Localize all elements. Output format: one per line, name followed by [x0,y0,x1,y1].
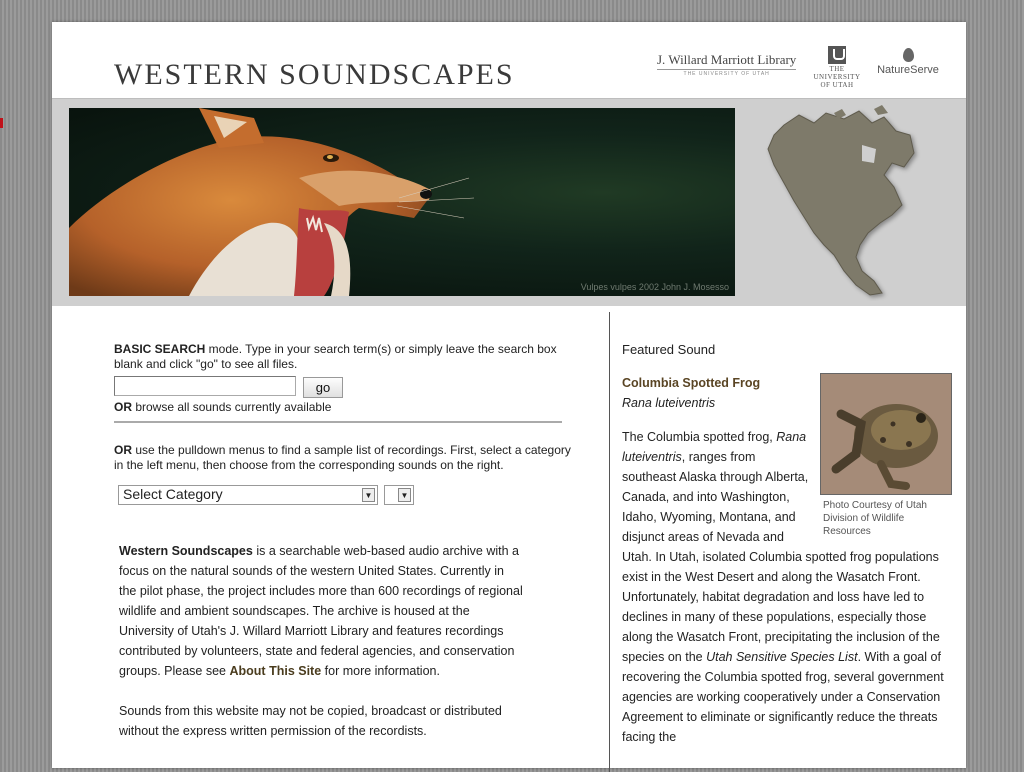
horizontal-divider [114,421,562,423]
featured-sound-label: Featured Sound [622,342,716,357]
page-container: WESTERN SOUNDSCAPES J. Willard Marriott … [52,22,966,772]
desc-sensitive-list: Utah Sensitive Species List [706,650,858,664]
pulldown-instructions: OR use the pulldown menus to find a samp… [114,443,574,473]
university-line-1: THE [829,65,845,73]
university-line-3: OF UTAH [820,81,854,89]
site-title[interactable]: WESTERN SOUNDSCAPES [114,58,515,92]
about-paragraph: Western Soundscapes is a searchable web-… [114,541,524,681]
featured-photo: Photo Courtesy of Utah Division of Wildl… [820,373,952,538]
university-of-utah-logo[interactable]: THE UNIVERSITY OF UTAH [812,46,862,89]
block-u-icon [828,46,846,64]
library-subtitle: THE UNIVERSITY OF UTAH [683,71,770,77]
rights-notice: Sounds from this website may not be copi… [119,704,502,738]
marriott-library-logo[interactable]: J. Willard Marriott Library THE UNIVERSI… [657,52,797,77]
about-tail: for more information. [321,664,440,678]
about-lead: Western Soundscapes [119,544,253,558]
natureserve-logo[interactable]: NatureServe [876,48,940,76]
search-row: go [114,376,574,400]
chevron-down-icon[interactable]: ▼ [398,488,411,502]
basic-search-instructions: BASIC SEARCH mode. Type in your search t… [114,342,574,372]
fox-illustration [69,108,475,296]
or-label: OR [114,400,132,414]
browse-line: OR browse all sounds currently available [114,400,574,415]
sound-select[interactable]: ▼ [384,485,414,505]
photo-caption: Photo Courtesy of Utah Division of Wildl… [823,500,927,537]
category-select[interactable]: Select Category ▼ [118,485,378,505]
go-button[interactable]: go [303,377,343,398]
library-name: J. Willard Marriott Library [657,52,797,70]
column-divider [609,312,610,772]
fox-photo: Vulpes vulpes 2002 John J. Mosesso [69,108,735,296]
desc-part-1: The Columbia spotted frog, [622,430,777,444]
banner: Vulpes vulpes 2002 John J. Mosesso [52,99,966,306]
search-panel: BASIC SEARCH mode. Type in your search t… [114,342,574,741]
about-text: is a searchable web-based audio archive … [119,544,523,678]
or-label-2: OR [114,443,132,457]
desc-part-3: . With a goal of recovering the Columbia… [622,650,944,744]
basic-search-label: BASIC SEARCH [114,342,206,356]
left-edge-marker [0,118,3,128]
photo-credit: Vulpes vulpes 2002 John J. Mosesso [580,282,729,292]
category-select-value: Select Category [123,486,223,502]
frog-photo[interactable] [820,373,952,495]
category-selectors: Select Category ▼ ▼ [114,485,574,509]
search-input[interactable] [114,376,296,396]
north-america-map [764,105,934,301]
university-line-2: UNIVERSITY [813,73,861,81]
featured-sound-panel: Featured Sound Photo Courtesy of Utah Di… [622,340,952,747]
pulldown-text: use the pulldown menus to find a sample … [114,443,571,472]
natureserve-drop-icon [902,48,914,62]
natureserve-name: NatureServe [877,64,939,76]
site-header: WESTERN SOUNDSCAPES J. Willard Marriott … [52,22,966,99]
about-this-site-link[interactable]: About This Site [230,664,322,678]
chevron-down-icon[interactable]: ▼ [362,488,375,502]
browse-all-link[interactable]: browse all sounds currently available [132,400,331,414]
